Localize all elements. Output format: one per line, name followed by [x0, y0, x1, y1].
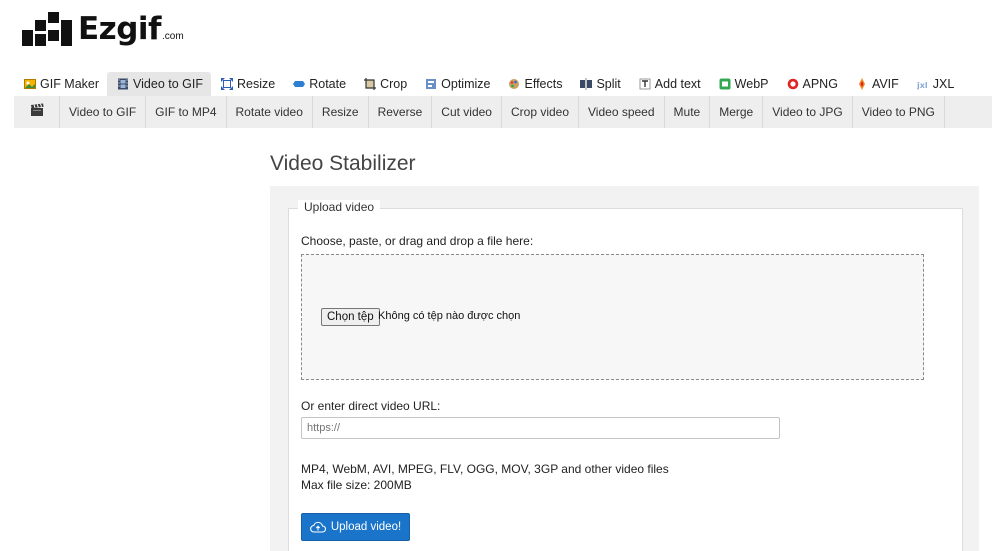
nav-optimize[interactable]: Optimize	[415, 72, 498, 96]
nav-label: GIF Maker	[40, 77, 100, 91]
logo-text: Ezgif	[78, 11, 162, 47]
nav-jxl[interactable]: jxl JXL	[907, 72, 963, 96]
sub-nav-resize[interactable]: Resize	[313, 96, 369, 128]
film-icon	[117, 78, 129, 90]
video-url-input[interactable]	[301, 417, 780, 439]
nav-label: WebP	[734, 77, 769, 91]
nav-label: Optimize	[441, 77, 491, 91]
nav-crop[interactable]: Crop	[354, 72, 415, 96]
avif-icon	[856, 78, 868, 90]
upload-video-button[interactable]: Upload video!	[301, 513, 410, 541]
upload-button-label: Upload video!	[330, 521, 402, 533]
gif-maker-icon	[24, 78, 36, 90]
nav-label: Rotate	[309, 77, 347, 91]
sub-nav-video-to-jpg[interactable]: Video to JPG	[763, 96, 853, 128]
rotate-icon	[293, 78, 306, 90]
choose-file-button[interactable]: Chọn tệp	[321, 308, 380, 326]
sub-nav-video-to-gif[interactable]: Video to GIF	[60, 96, 147, 128]
nav-resize[interactable]: Resize	[211, 72, 283, 96]
logo-mark-icon	[22, 12, 72, 46]
choose-file-label: Choose, paste, or drag and drop a file h…	[301, 234, 534, 248]
nav-label: Effects	[524, 77, 563, 91]
nav-split[interactable]: Split	[570, 72, 628, 96]
supported-formats-text: MP4, WebM, AVI, MPEG, FLV, OGG, MOV, 3GP…	[301, 462, 669, 476]
sub-nav-filler	[945, 96, 992, 128]
jxl-icon: jxl	[917, 78, 929, 90]
max-file-size-text: Max file size: 200MB	[301, 478, 412, 492]
crop-icon	[364, 78, 377, 90]
webp-icon	[719, 78, 731, 90]
clapperboard-icon	[30, 103, 44, 122]
sub-nav-crop-video[interactable]: Crop video	[502, 96, 580, 128]
sub-nav-merge[interactable]: Merge	[710, 96, 764, 128]
resize-icon	[221, 78, 233, 90]
nav-add-text[interactable]: Add text	[629, 72, 709, 96]
upload-fieldset: Upload video Choose, paste, or drag and …	[288, 200, 963, 551]
nav-webp[interactable]: WebP	[709, 72, 777, 96]
nav-video-to-gif[interactable]: Video to GIF	[107, 72, 211, 96]
nav-apng[interactable]: APNG	[777, 72, 846, 96]
file-status-text: Không có tệp nào được chọn	[378, 310, 521, 322]
main-nav: GIF Maker Video to GIF Resize Rotate Cro…	[14, 72, 962, 96]
nav-label: APNG	[802, 77, 838, 91]
add-text-icon	[639, 78, 651, 90]
nav-avif[interactable]: AVIF	[846, 72, 907, 96]
sub-nav-video-speed[interactable]: Video speed	[579, 96, 665, 128]
ezgif-logo[interactable]: Ezgif .com	[22, 6, 184, 48]
upload-legend: Upload video	[298, 200, 381, 214]
nav-gif-maker[interactable]: GIF Maker	[14, 72, 107, 96]
sub-nav-rotate-video[interactable]: Rotate video	[227, 96, 313, 128]
nav-label: Add text	[654, 77, 701, 91]
apng-icon	[787, 78, 799, 90]
sub-nav-video-to-png[interactable]: Video to PNG	[853, 96, 945, 128]
url-label: Or enter direct video URL:	[301, 399, 441, 413]
sub-nav-mute[interactable]: Mute	[665, 96, 711, 128]
nav-label: JXL	[932, 77, 955, 91]
upload-panel: Upload video Choose, paste, or drag and …	[270, 186, 979, 551]
sub-nav-gif-to-mp4[interactable]: GIF to MP4	[146, 96, 227, 128]
nav-label: Video to GIF	[133, 77, 203, 91]
logo-suffix: .com	[162, 31, 184, 42]
effects-icon	[508, 78, 520, 90]
sub-nav-reverse[interactable]: Reverse	[369, 96, 433, 128]
sub-nav-home[interactable]	[14, 96, 60, 128]
split-icon	[580, 78, 593, 90]
nav-effects[interactable]: Effects	[498, 72, 570, 96]
nav-label: Resize	[237, 77, 276, 91]
nav-label: Crop	[380, 77, 408, 91]
sub-nav-cut-video[interactable]: Cut video	[432, 96, 502, 128]
nav-label: Split	[596, 77, 621, 91]
file-dropzone[interactable]: Chọn tệp Không có tệp nào được chọn	[301, 254, 924, 380]
file-info: MP4, WebM, AVI, MPEG, FLV, OGG, MOV, 3GP…	[301, 461, 669, 493]
nav-rotate[interactable]: Rotate	[283, 72, 354, 96]
page-title: Video Stabilizer	[270, 152, 416, 175]
sub-nav: Video to GIF GIF to MP4 Rotate video Res…	[14, 96, 992, 128]
optimize-icon	[425, 78, 437, 90]
nav-label: AVIF	[871, 77, 899, 91]
svg-text:jxl: jxl	[917, 81, 928, 90]
cloud-upload-icon	[309, 521, 326, 533]
